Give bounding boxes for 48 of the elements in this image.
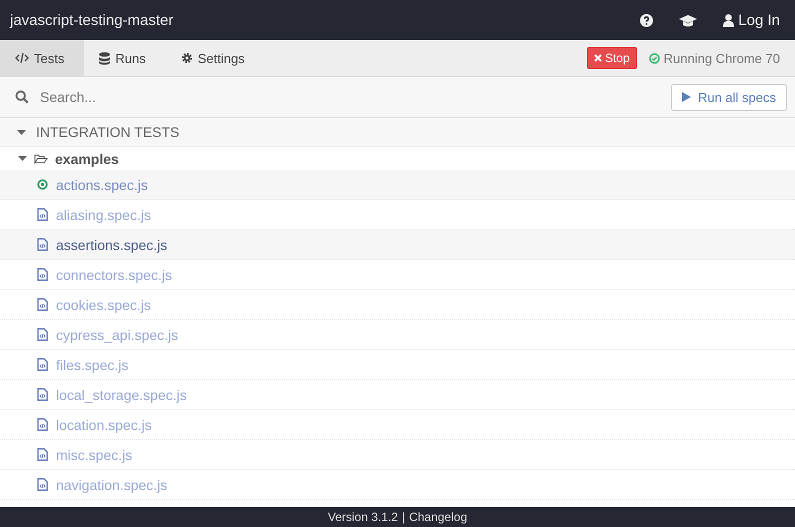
- spec-row[interactable]: cookies.spec.js: [0, 290, 795, 320]
- file-code-icon: [37, 448, 48, 461]
- help-button[interactable]: [640, 14, 654, 26]
- open-folder-icon: [34, 153, 48, 164]
- database-icon: [99, 52, 110, 64]
- spec-row[interactable]: misc.spec.js: [0, 440, 795, 470]
- spec-row[interactable]: files.spec.js: [0, 350, 795, 380]
- stop-button[interactable]: Stop: [586, 47, 637, 69]
- tab[interactable]: Tests: [0, 40, 84, 76]
- graduation-cap-icon: [679, 14, 698, 26]
- help-icon: [640, 14, 654, 26]
- spec-row[interactable]: cypress_api.spec.js: [0, 320, 795, 350]
- spec-row[interactable]: local_storage.spec.js: [0, 380, 795, 410]
- code-icon: [15, 52, 29, 64]
- changelog-link[interactable]: Changelog: [409, 510, 468, 524]
- group-heading[interactable]: INTEGRATION TESTS: [36, 124, 180, 140]
- spec-row[interactable]: assertions.spec.js: [0, 230, 795, 260]
- play-icon: [682, 92, 691, 102]
- spec-row[interactable]: actions.spec.js: [0, 170, 795, 200]
- spec-row[interactable]: navigation.spec.js: [0, 470, 795, 500]
- browser-status: Running Chrome 70: [664, 50, 780, 66]
- spec-row[interactable]: connectors.spec.js: [0, 260, 795, 290]
- folder-name[interactable]: examples: [55, 150, 119, 166]
- file-code-icon: [37, 388, 48, 401]
- check-circle-icon: [648, 52, 660, 64]
- tab[interactable]: Runs: [84, 40, 166, 76]
- separator-text: |: [402, 510, 406, 524]
- user-icon: [723, 14, 734, 26]
- file-code-icon: [37, 298, 48, 311]
- file-code-icon: [37, 208, 48, 221]
- tab[interactable]: Settings: [166, 40, 265, 76]
- run-all-button[interactable]: Run all specs: [670, 84, 787, 110]
- file-code-icon: [37, 418, 48, 431]
- file-code-icon: [37, 358, 48, 371]
- file-code-icon: [37, 268, 48, 281]
- target-icon: [37, 179, 48, 190]
- file-code-icon: [37, 478, 48, 491]
- search-icon: [15, 90, 29, 104]
- search-field[interactable]: Search...: [38, 88, 662, 106]
- close-icon: [594, 54, 602, 62]
- file-code-icon: [37, 328, 48, 341]
- window-title: javascript-testing-master: [10, 12, 174, 28]
- login-button[interactable]: Log In: [723, 12, 780, 28]
- learn-button[interactable]: [679, 14, 698, 26]
- gear-icon: [180, 52, 193, 64]
- file-code-icon: [37, 238, 48, 251]
- version-text: Version 3.1.2: [328, 510, 398, 524]
- spec-row[interactable]: location.spec.js: [0, 410, 795, 440]
